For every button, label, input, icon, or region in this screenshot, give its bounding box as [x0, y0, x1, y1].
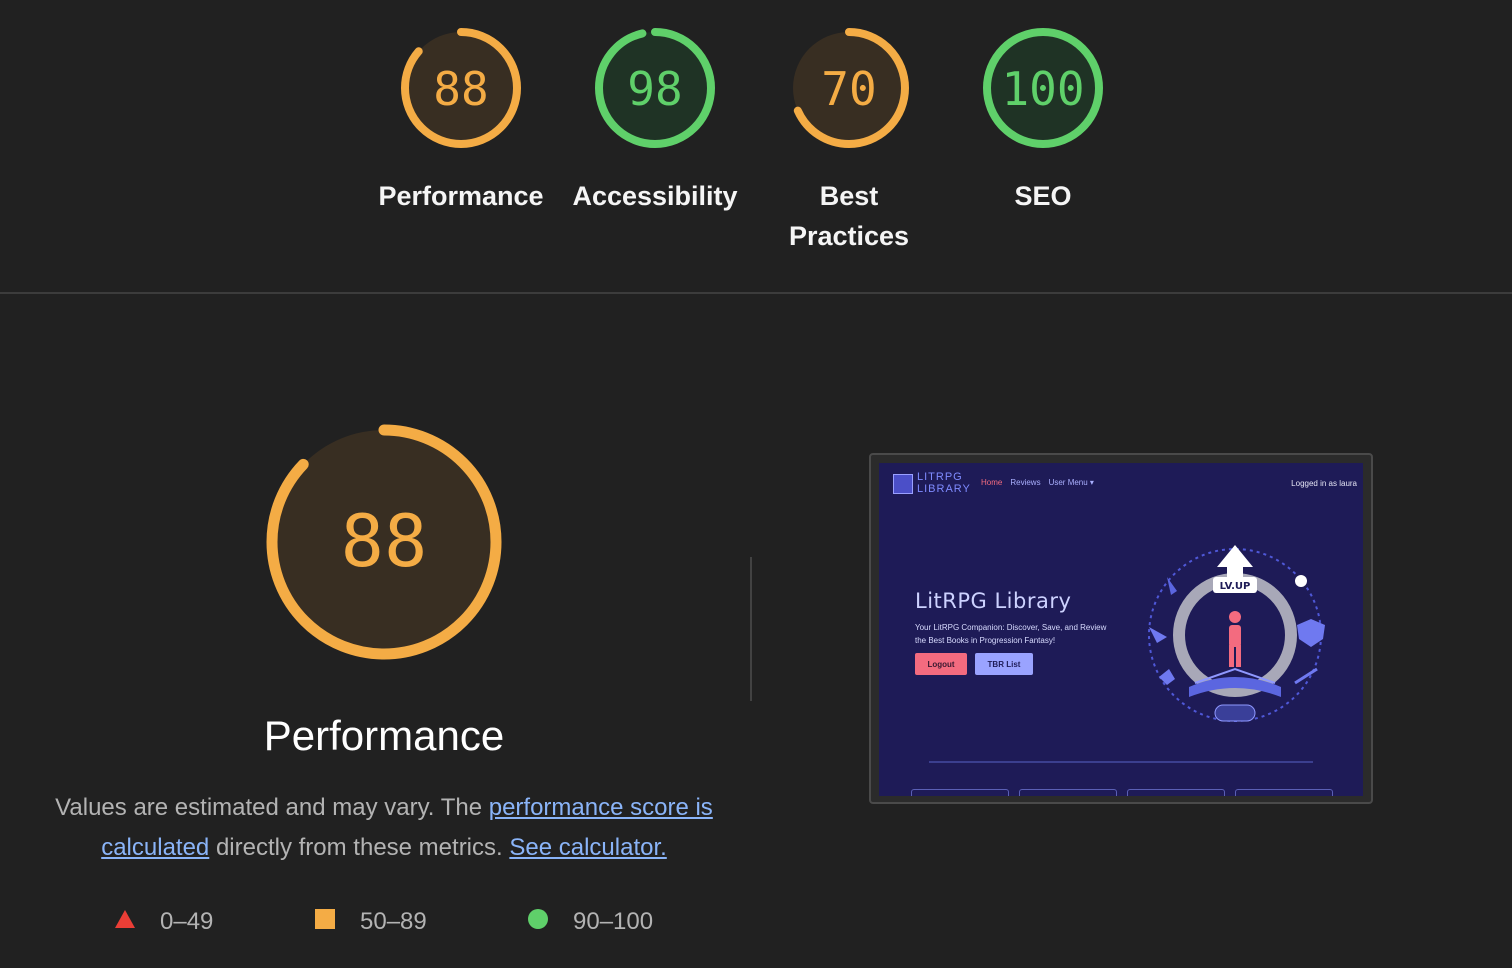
gauge-performance[interactable]: 88 Performance	[371, 22, 551, 216]
site-logo-text: LITRPG LIBRARY	[917, 471, 971, 495]
gauge-accessibility[interactable]: 98 Accessibility	[565, 22, 745, 216]
legend-range-fail: 0–49	[160, 908, 214, 935]
nav-reviews: Reviews	[1010, 478, 1041, 487]
legend-range-average: 50–89	[360, 908, 427, 935]
gauge-seo-score: 100	[1001, 62, 1084, 116]
final-screenshot-frame[interactable]: LITRPG LIBRARY Home Reviews User Menu ▾ …	[869, 453, 1373, 804]
gauge-performance-ring: 88	[401, 28, 521, 148]
library-logo-icon	[893, 474, 913, 494]
section-divider	[0, 292, 1512, 294]
gauge-best-practices-ring: 70	[789, 28, 909, 148]
hero-subtitle: Your LitRPG Companion: Discover, Save, a…	[915, 623, 1107, 645]
site-logo-line2: LIBRARY	[917, 483, 971, 495]
performance-detail-gauge: 88	[262, 420, 506, 664]
see-calculator-link[interactable]: See calculator.	[509, 834, 666, 861]
site-logo-line1: LITRPG	[917, 471, 963, 483]
legend-item-fail: 0–49	[114, 900, 213, 944]
gauge-performance-score: 88	[433, 62, 488, 116]
description-text-2: directly from these metrics.	[209, 834, 510, 861]
gauge-seo[interactable]: 100 SEO	[953, 22, 1133, 216]
nav-user-menu: User Menu ▾	[1048, 478, 1094, 487]
screenshot-card-top	[911, 789, 1009, 796]
legend-item-pass: 90–100	[527, 900, 653, 944]
screenshot-card-top	[1019, 789, 1117, 796]
category-gauges-row: 88 Performance 98 Accessibility 70 Best …	[0, 0, 1512, 292]
score-scale-legend: 0–49 50–89 90–100	[0, 900, 760, 944]
vertical-separator	[750, 557, 752, 701]
logged-in-text: Logged in as laura	[1291, 479, 1357, 488]
performance-detail-score: 88	[341, 499, 428, 583]
level-up-illustration: LV.UP	[1148, 545, 1325, 722]
gauge-best-practices-label: Best Practices	[788, 181, 910, 251]
gauge-seo-label: SEO	[1014, 181, 1072, 211]
screenshot-card-top	[1127, 789, 1225, 796]
tbr-list-button: TBR List	[975, 653, 1033, 675]
gauge-best-practices-score: 70	[821, 62, 876, 116]
final-screenshot: LITRPG LIBRARY Home Reviews User Menu ▾ …	[879, 463, 1363, 796]
gauge-best-practices[interactable]: 70 Best Practices	[759, 22, 939, 256]
screenshot-divider-line	[929, 761, 1313, 763]
logout-button: Logout	[915, 653, 967, 675]
nav-home: Home	[981, 478, 1003, 487]
legend-range-pass: 90–100	[573, 908, 654, 935]
green-circle-icon	[527, 908, 549, 937]
level-up-badge: LV.UP	[1220, 581, 1251, 592]
legend-item-average: 50–89	[314, 900, 427, 944]
gauge-seo-ring: 100	[983, 28, 1103, 148]
gauge-accessibility-score: 98	[627, 62, 682, 116]
hero-title: LitRPG Library	[915, 589, 1072, 613]
gauge-accessibility-ring: 98	[595, 28, 715, 148]
site-nav: Home Reviews User Menu ▾	[981, 478, 1094, 487]
screenshot-card-top	[1235, 789, 1333, 796]
performance-detail-ring: 88	[266, 424, 502, 660]
gauge-performance-label: Performance	[378, 181, 544, 211]
gauge-accessibility-label: Accessibility	[572, 181, 738, 211]
orange-square-icon	[314, 908, 336, 937]
performance-detail-title: Performance	[263, 712, 505, 759]
description-text-1: Values are estimated and may vary. The	[55, 794, 489, 821]
red-triangle-icon	[114, 908, 136, 936]
performance-description: Values are estimated and may vary. The p…	[54, 788, 714, 868]
